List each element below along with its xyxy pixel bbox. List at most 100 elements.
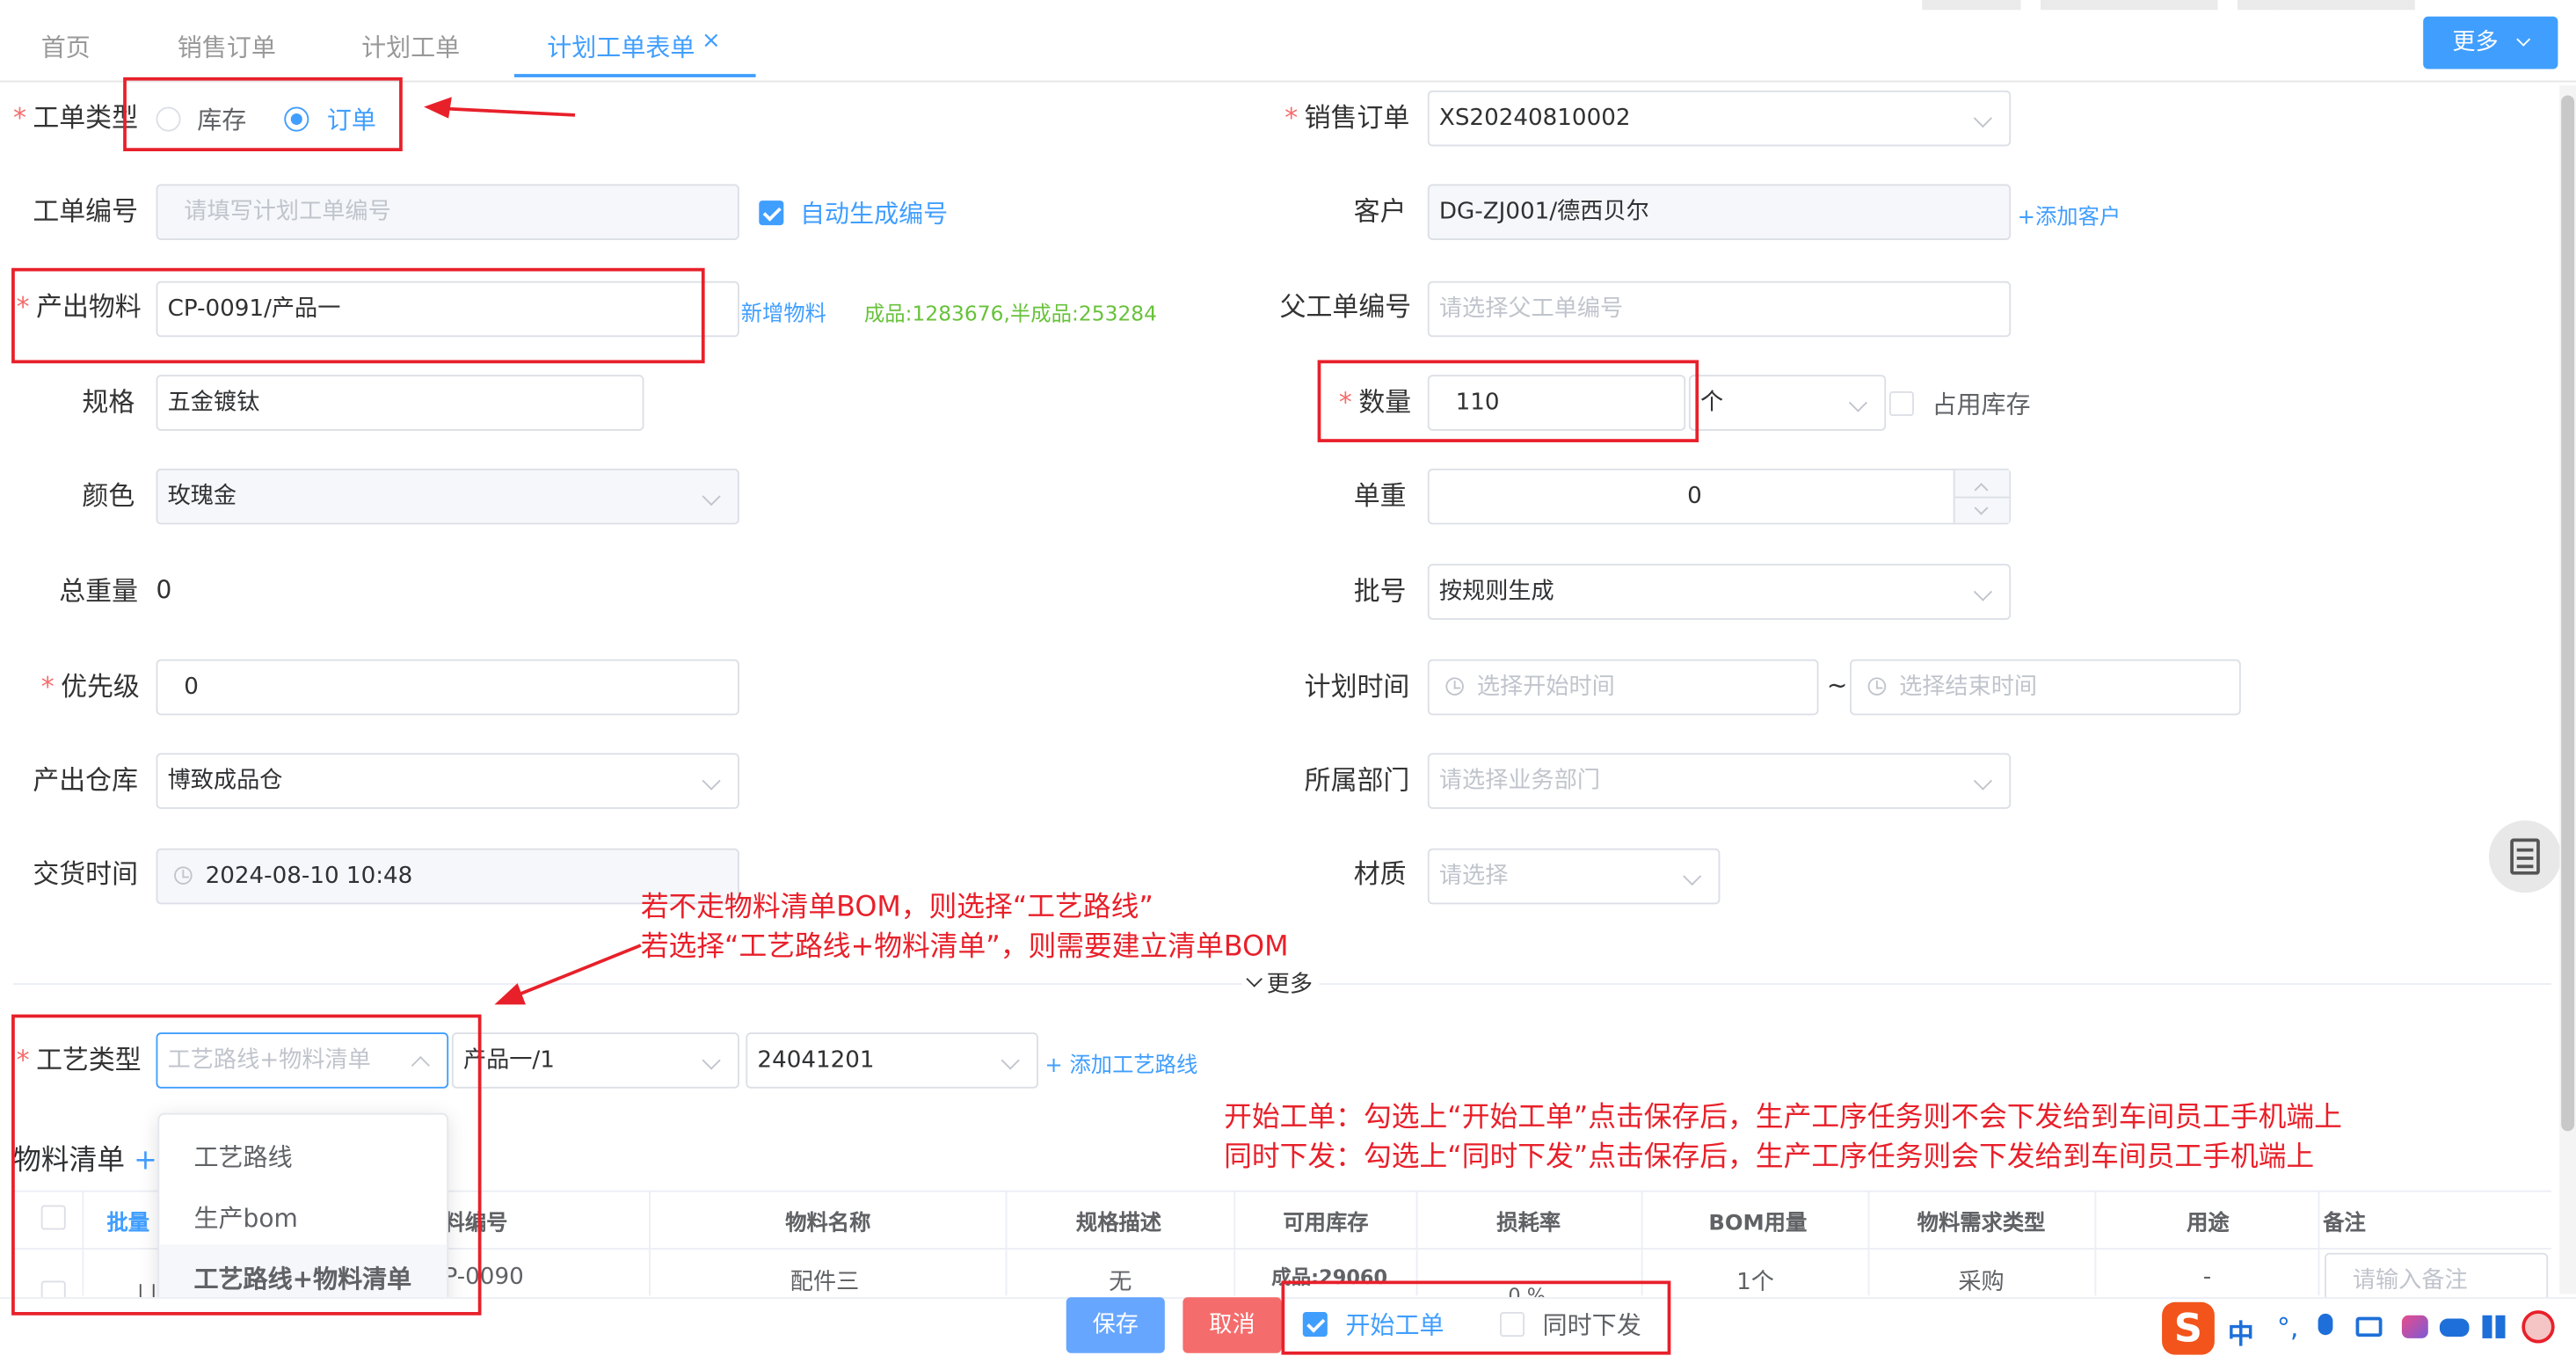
more-button-label: 更多 (2452, 29, 2499, 56)
process-type-label: * 工艺类型 (16, 1044, 142, 1075)
route-select[interactable]: 产品一/1 (451, 1032, 739, 1089)
stepper-up-icon[interactable] (1974, 483, 1989, 498)
department-select[interactable]: 请选择业务部门 (1427, 753, 2012, 809)
unit-weight-stepper[interactable]: 0 (1427, 468, 2012, 525)
cell-usage: - (2202, 1264, 2212, 1291)
department-label: 所属部门 (1304, 764, 1410, 796)
col-loss: 损耗率 (1496, 1211, 1561, 1237)
chevron-down-icon (702, 1051, 721, 1070)
material-list-title: 物料清单 + (12, 1144, 157, 1177)
color-select[interactable]: 玫瑰金 (156, 468, 739, 525)
dropdown-option-route-bom[interactable]: 工艺路线+物料清单 (193, 1261, 411, 1295)
toolbox-icon[interactable] (2482, 1315, 2506, 1338)
stepper-controls[interactable] (1953, 470, 2012, 523)
more-button[interactable]: 更多 (2423, 16, 2558, 69)
more-toggle[interactable]: 更多 (1241, 966, 1320, 1000)
unit-select[interactable]: 个 (1688, 375, 1887, 431)
scrollbar-thumb[interactable] (2561, 95, 2575, 1132)
batch-select[interactable]: 按规则生成 (1427, 564, 2012, 620)
start-time-input[interactable]: 选择开始时间 (1427, 659, 1819, 716)
chevron-down-icon (702, 487, 721, 507)
clock-icon (1867, 677, 1887, 696)
occupy-stock-label: 占用库存 (1932, 390, 2031, 419)
top-bar-clipped (1922, 0, 2415, 11)
tab-plan-form[interactable]: 计划工单表单 (547, 30, 695, 64)
batch-action-link[interactable]: 批量 (106, 1205, 149, 1236)
annotation-bom-line2: 若选择“工艺路线+物料清单”，则需要建立清单BOM (640, 930, 1289, 964)
material-quality-select[interactable]: 请选择 (1427, 848, 1721, 905)
sogou-logo-icon[interactable]: S (2162, 1301, 2215, 1355)
chevron-down-icon (1246, 971, 1263, 988)
sales-order-select[interactable]: XS20240810002 (1427, 90, 2012, 147)
radio-order-label: 订单 (326, 105, 376, 135)
sales-order-label: * 销售订单 (1284, 101, 1410, 134)
auto-gen-checkbox[interactable] (759, 200, 784, 226)
microphone-icon[interactable] (2318, 1313, 2333, 1336)
tab-close-icon[interactable]: × (702, 28, 721, 55)
add-customer-link[interactable]: +添加客户 (2018, 199, 2121, 230)
tab-plan-work-order[interactable]: 计划工单 (361, 30, 460, 64)
customer-input[interactable]: DG-ZJ001/德西贝尔 (1427, 184, 2012, 240)
cell-code: P-0090 (443, 1264, 524, 1291)
col-demand-type: 物料需求类型 (1917, 1211, 2046, 1237)
col-spec: 规格描述 (1075, 1211, 1162, 1237)
col-usage: 用途 (2187, 1211, 2230, 1237)
time-separator: ~ (1826, 670, 1848, 701)
col-divider (1005, 1190, 1008, 1296)
tab-sales-order[interactable]: 销售订单 (178, 30, 276, 64)
ime-punct-icon[interactable]: °, (2277, 1312, 2298, 1344)
col-divider (1233, 1190, 1236, 1296)
order-no-input[interactable]: 请填写计划工单编号 (156, 184, 739, 240)
cancel-button[interactable]: 取消 (1182, 1297, 1282, 1353)
stepper-divider (1954, 496, 2012, 499)
auto-gen-label: 自动生成编号 (800, 199, 949, 229)
plan-time-label: 计划时间 (1304, 670, 1410, 703)
output-material-input[interactable]: CP-0091/产品一 (156, 281, 739, 338)
priority-label: * 优先级 (40, 670, 140, 703)
stepper-down-icon[interactable] (1974, 500, 1989, 515)
gamepad-icon[interactable] (2439, 1318, 2470, 1337)
issue-together-checkbox[interactable] (1500, 1312, 1525, 1337)
quantity-input[interactable]: 110 (1427, 375, 1686, 431)
tab-home[interactable]: 首页 (41, 30, 91, 64)
occupy-stock-checkbox[interactable] (1888, 390, 1914, 417)
col-divider (649, 1190, 651, 1296)
start-order-checkbox[interactable] (1302, 1312, 1328, 1337)
chevron-down-icon (1973, 582, 1992, 601)
add-route-link[interactable]: + 添加工艺路线 (1044, 1047, 1197, 1078)
col-stock: 可用库存 (1283, 1211, 1369, 1237)
radio-stock-label: 库存 (197, 105, 247, 135)
dropdown-option-route[interactable]: 工艺路线 (193, 1140, 292, 1174)
process-type-select[interactable]: 工艺路线+物料清单 (156, 1032, 449, 1089)
chevron-down-icon (1001, 1051, 1020, 1070)
cell-stock: 成品:29060 (1271, 1265, 1388, 1289)
new-material-link[interactable]: 新增物料 (741, 296, 826, 327)
chevron-up-icon (411, 1055, 430, 1075)
warehouse-select[interactable]: 博致成品仓 (156, 753, 739, 809)
spec-input[interactable]: 五金镀钛 (156, 375, 644, 431)
chevron-down-icon (1683, 866, 1702, 886)
avatar-icon[interactable] (2521, 1310, 2555, 1344)
select-all-checkbox[interactable] (40, 1205, 66, 1230)
col-divider (1867, 1190, 1870, 1296)
annotation-start-line2: 同时下发：勾选上“同时下发”点击保存后，生产工序任务则会下发给到车间员工手机端上 (1224, 1141, 2315, 1174)
order-no-label: 工单编号 (33, 195, 138, 228)
keyboard-icon[interactable] (2355, 1316, 2383, 1337)
priority-input[interactable]: 0 (156, 659, 739, 716)
bom-select[interactable]: 24041201 (746, 1032, 1038, 1089)
delivery-label: 交货时间 (33, 857, 138, 890)
radio-stock[interactable] (156, 106, 181, 132)
col-remark: 备注 (2323, 1211, 2366, 1237)
dropdown-option-bom[interactable]: 生产bom (193, 1200, 297, 1235)
document-icon[interactable] (2488, 820, 2562, 893)
col-divider (2318, 1190, 2320, 1296)
radio-order[interactable] (284, 106, 309, 132)
annotation-start-line1: 开始工单：勾选上“开始工单”点击保存后，生产工序任务则不会下发给到车间员工手机端… (1224, 1101, 2342, 1135)
save-button[interactable]: 保存 (1066, 1297, 1165, 1353)
cell-demand-type: 采购 (1958, 1269, 2005, 1296)
end-time-input[interactable]: 选择结束时间 (1850, 659, 2241, 716)
parent-order-input[interactable]: 请选择父工单编号 (1427, 281, 2012, 338)
ime-chinese-mode[interactable]: 中 (2228, 1312, 2254, 1352)
chevron-down-icon (1973, 771, 1992, 791)
skin-icon[interactable] (2401, 1315, 2428, 1338)
